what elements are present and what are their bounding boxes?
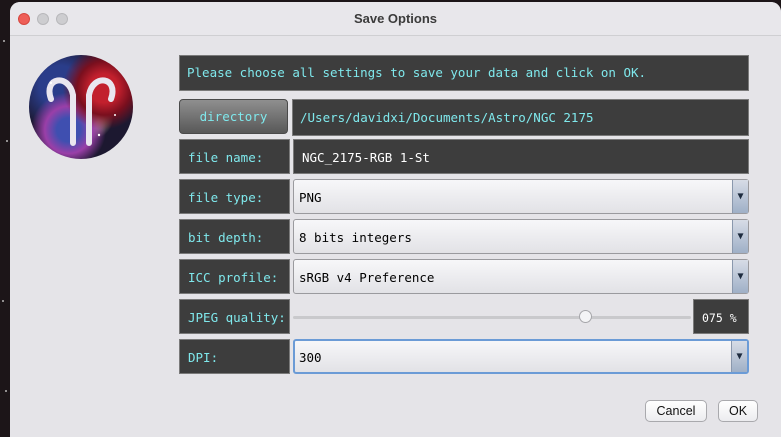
directory-button[interactable]: directory — [179, 99, 288, 134]
file-type-label: file type: — [179, 179, 290, 214]
jpeg-quality-value: 075 % — [693, 299, 749, 334]
dpi-value: 300 — [299, 350, 322, 365]
jpeg-quality-label: JPEG quality: — [179, 299, 290, 334]
icc-profile-value: sRGB v4 Preference — [299, 270, 435, 285]
background-star — [2, 300, 4, 302]
chevron-down-icon[interactable]: ▼ — [732, 260, 748, 293]
window-title: Save Options — [353, 11, 438, 26]
jpeg-quality-slider-thumb[interactable] — [579, 310, 592, 323]
instruction-message: Please choose all settings to save your … — [179, 55, 749, 91]
dpi-label: DPI: — [179, 339, 290, 374]
file-type-select[interactable]: PNG ▼ — [293, 179, 749, 214]
jpeg-quality-slider[interactable] — [293, 316, 691, 319]
background-star — [6, 140, 8, 142]
dpi-select[interactable]: 300 ▼ — [293, 339, 749, 374]
chevron-down-icon[interactable]: ▼ — [731, 341, 747, 372]
file-name-field[interactable]: NGC_2175-RGB 1-St — [293, 139, 749, 174]
bit-depth-value: 8 bits integers — [299, 230, 412, 245]
title-bar: Save Options — [10, 2, 781, 36]
file-name-label: file name: — [179, 139, 290, 174]
icc-profile-label: ICC profile: — [179, 259, 290, 294]
ram-horns-logo-icon — [29, 55, 133, 159]
file-type-value: PNG — [299, 190, 322, 205]
chevron-down-icon[interactable]: ▼ — [732, 220, 748, 253]
save-options-dialog: Save Options Please choose all settings … — [10, 2, 781, 437]
ok-button[interactable]: OK — [718, 400, 758, 422]
bit-depth-select[interactable]: 8 bits integers ▼ — [293, 219, 749, 254]
background-star — [5, 390, 7, 392]
chevron-down-icon[interactable]: ▼ — [732, 180, 748, 213]
bit-depth-label: bit depth: — [179, 219, 290, 254]
icc-profile-select[interactable]: sRGB v4 Preference ▼ — [293, 259, 749, 294]
cancel-button[interactable]: Cancel — [645, 400, 707, 422]
directory-path: /Users/davidxi/Documents/Astro/NGC 2175 — [292, 99, 749, 136]
background-star — [3, 40, 5, 42]
